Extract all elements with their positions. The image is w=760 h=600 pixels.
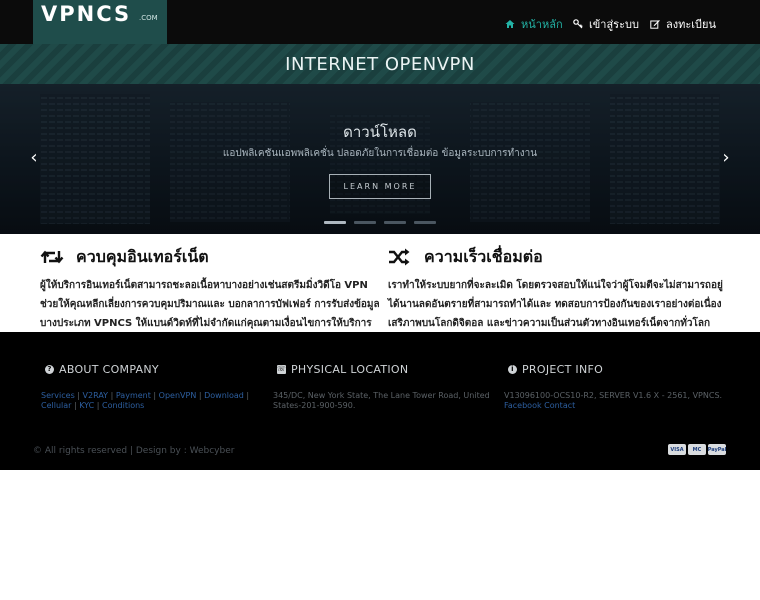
top-navbar: VPNCS .COM หน้าหลัก เข้าสู่ระบบ ลงทะเบีย… <box>0 0 760 44</box>
nav-login-label: เข้าสู่ระบบ <box>589 18 639 31</box>
feature-description: ผู้ให้บริการอินเทอร์เน็ตสามารถชะลอเนื้อห… <box>40 276 380 333</box>
shuffle-icon <box>389 248 410 266</box>
home-icon <box>505 20 515 28</box>
footer-link-conditions[interactable]: Conditions <box>102 401 144 410</box>
logo-domain: .COM <box>139 14 158 22</box>
feature-line: ผู้ให้บริการอินเทอร์เน็ตสามารถชะลอเนื้อห… <box>40 280 368 291</box>
feature-line: บางประเภท VPNCS ให้แบนด์วิดท์ที่ไม่จำกัด… <box>40 318 372 329</box>
nav-login[interactable]: เข้าสู่ระบบ <box>573 15 639 33</box>
footer-heading: PHYSICAL LOCATION <box>291 363 409 376</box>
nav-register-label: ลงทะเบียน <box>666 18 716 31</box>
slider-prev-icon[interactable]: ‹ <box>27 148 41 168</box>
nav-home-label: หน้าหลัก <box>521 18 563 31</box>
hero-slider: ดาวน์โหลด แอปพลิเคชันแอพพลิเคชั่น ปลอดภั… <box>0 84 760 234</box>
edit-icon <box>650 20 660 29</box>
learn-more-button[interactable]: LEARN MORE <box>329 174 431 199</box>
feature-line: เราทำให้ระบบยากที่จะละเมิด โดยตรวจสอบให้… <box>388 280 723 291</box>
feature-connection-speed: ความเร็วเชื่อมต่อ เราทำให้ระบบยากที่จะละ… <box>388 246 728 333</box>
feature-title: ความเร็วเชื่อมต่อ <box>424 246 543 266</box>
footer-project-info: V13096100-OCS10-R2, SERVER V1.6 X - 2561… <box>504 391 723 411</box>
payment-cards: VISA MC PayPal <box>668 444 726 455</box>
features-section: ควบคุมอินเทอร์เน็ต ผู้ให้บริการอินเทอร์เ… <box>0 234 760 332</box>
footer-link-openvpn[interactable]: OpenVPN <box>159 391 197 400</box>
footer-link-cellular[interactable]: Cellular <box>41 401 71 410</box>
info-icon: i <box>508 365 517 374</box>
footer-link-v2ray[interactable]: V2RAY <box>83 391 109 400</box>
slider-dot[interactable] <box>354 221 376 224</box>
nav-home[interactable]: หน้าหลัก <box>505 15 563 33</box>
slider-dot[interactable] <box>384 221 406 224</box>
footer-heading: ABOUT COMPANY <box>59 363 159 376</box>
page-banner: INTERNET OPENVPN <box>0 44 760 84</box>
logo-text: VPNCS <box>41 2 132 26</box>
hero-subtitle: แอปพลิเคชันแอพพลิเคชั่น ปลอดภัยในการเชื่… <box>222 148 538 159</box>
key-icon <box>573 19 583 29</box>
banner-title: INTERNET OPENVPN <box>285 53 475 75</box>
feature-title: ควบคุมอินเทอร์เน็ต <box>76 246 209 266</box>
footer-link-payment[interactable]: Payment <box>116 391 151 400</box>
project-version: V13096100-OCS10-R2, SERVER V1.6 X - 2561… <box>504 391 723 400</box>
copyright-text: © All rights reserved | Design by : Webc… <box>33 446 235 456</box>
feature-line: ช่วยให้คุณหลีกเลี่ยงการควบคุมปริมาณและ บ… <box>40 299 380 310</box>
footer-address: 345/DC, New York State, The Lane Tower R… <box>273 391 490 410</box>
site-logo[interactable]: VPNCS .COM <box>33 0 167 44</box>
footer-heading: PROJECT INFO <box>522 363 604 376</box>
footer-link-kyc[interactable]: KYC <box>79 401 94 410</box>
footer-project: i PROJECT INFO V13096100-OCS10-R2, SERVE… <box>504 363 723 411</box>
slider-dot[interactable] <box>324 221 346 224</box>
mastercard-icon: MC <box>688 444 706 455</box>
nav-register[interactable]: ลงทะเบียน <box>650 15 716 33</box>
slider-indicators <box>324 221 436 224</box>
footer-about: ? ABOUT COMPANY Services | V2RAY | Payme… <box>41 363 260 411</box>
hero-title: ดาวน์โหลด <box>343 123 417 141</box>
slider-dot[interactable] <box>414 221 436 224</box>
footer-link-services[interactable]: Services <box>41 391 75 400</box>
retweet-icon <box>40 250 64 264</box>
facebook-contact-link[interactable]: Facebook Contact <box>504 401 723 411</box>
phone-icon: ☏ <box>277 365 287 374</box>
footer-links: Services | V2RAY | Payment | OpenVPN | D… <box>41 391 250 410</box>
feature-line: ได้นานลดอันตรายที่สามารถทำได้และ ทดสอบกา… <box>388 299 722 310</box>
paypal-icon: PayPal <box>708 444 726 455</box>
feature-internet-control: ควบคุมอินเทอร์เน็ต ผู้ให้บริการอินเทอร์เ… <box>40 246 380 333</box>
feature-line: เสริภาพบนโลกดิจิตอล และข่าวความเป็นส่วนต… <box>388 318 711 329</box>
slider-next-icon[interactable]: › <box>719 148 733 168</box>
footer-link-download[interactable]: Download <box>204 391 244 400</box>
site-footer: ? ABOUT COMPANY Services | V2RAY | Payme… <box>0 332 760 470</box>
visa-card-icon: VISA <box>668 444 686 455</box>
question-icon: ? <box>45 365 54 374</box>
footer-location: ☏ PHYSICAL LOCATION 345/DC, New York Sta… <box>273 363 492 411</box>
feature-description: เราทำให้ระบบยากที่จะละเมิด โดยตรวจสอบให้… <box>388 276 728 333</box>
